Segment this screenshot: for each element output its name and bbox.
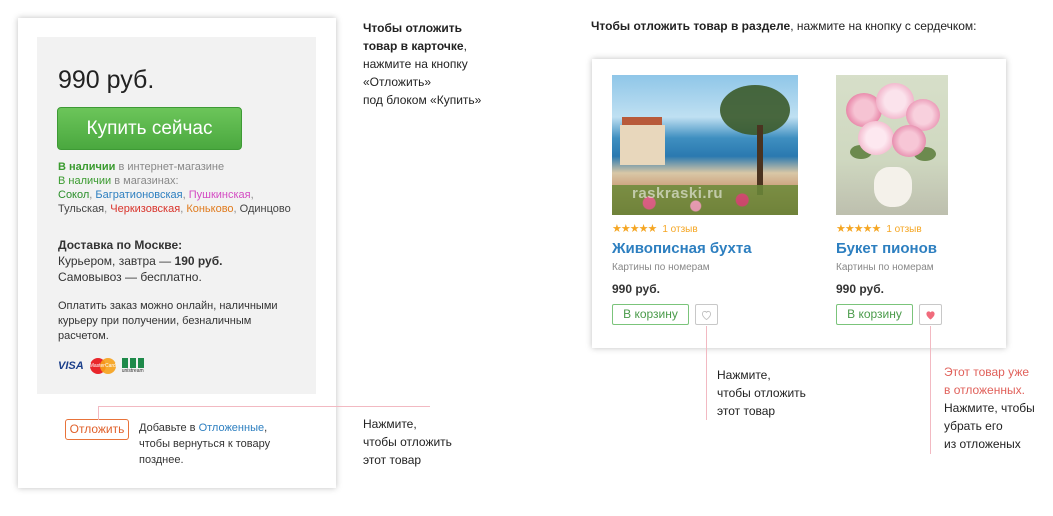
annotation-section-postpone: Чтобы отложить товар в разделе, нажмите … [591,19,977,33]
annotation-postpone-hint: Нажмите, чтобы отложить этот товар [363,417,452,467]
annotation-card-postpone: Чтобы отложить товар в карточке, нажмите… [363,21,482,107]
courier-label: Курьером, завтра — [58,254,175,268]
postpone-button[interactable]: Отложить [65,419,129,440]
product-price: 990 руб. [58,66,155,94]
online-availability-label: в интернет-магазине [115,161,225,173]
unistream-logo: unistream [121,358,146,374]
product-image-bay[interactable]: raskraski.ru [612,75,798,215]
reviews-link[interactable]: 1 отзыв [662,224,697,235]
payment-info: Оплатить заказ можно онлайн, наличными к… [58,300,278,342]
favorite-button-active[interactable] [919,304,942,325]
product-rating: ★★★★★ 1 отзыв [836,222,922,235]
annotation-heart-active-hint: Этот товар уже в отложенных. Нажмите, чт… [944,365,1035,451]
product-category: Картины по номерам [612,262,710,273]
product-rating: ★★★★★ 1 отзыв [612,222,698,235]
online-availability-status: В наличии [58,161,116,173]
rating-stars-icon: ★★★★★ [836,223,881,235]
store-link-cherkizovskaya[interactable]: Черкизовская [110,203,180,215]
rating-stars-icon: ★★★★★ [612,223,657,235]
store-link-tulskaya[interactable]: Тульская [58,203,104,215]
watermark-text: raskraski.ru [632,185,724,202]
connector-line [930,326,931,454]
product-price: 990 руб. [612,282,660,296]
heart-filled-icon [926,310,935,320]
product-name-link[interactable]: Живописная бухта [612,240,752,257]
add-to-cart-button[interactable]: В корзину [836,304,913,325]
product-image-peonies[interactable] [836,75,948,215]
store-link-konkovo[interactable]: Коньково [186,203,233,215]
connector-line [706,326,707,420]
availability-info: В наличии в интернет-магазине В наличии … [58,161,291,215]
favorites-link[interactable]: Отложенные [199,422,265,434]
product-category: Картины по номерам [836,262,934,273]
connector-line [98,406,99,420]
store-link-pushkinskaya[interactable]: Пушкинская [189,189,251,201]
add-to-cart-button[interactable]: В корзину [612,304,689,325]
courier-price: 190 руб. [174,254,223,268]
pickup-label: Самовывоз — бесплатно. [58,270,202,284]
heart-outline-icon [701,310,712,320]
favorite-button[interactable] [695,304,718,325]
store-link-bagrationovskaya[interactable]: Багратионовская [95,189,182,201]
postpone-note: Добавьте в Отложенные, чтобы вернуться к… [139,422,271,466]
stores-availability-status: В наличии [58,175,112,187]
store-link-odintsovo[interactable]: Одинцово [240,203,291,215]
annotation-heart-hint: Нажмите, чтобы отложить этот товар [717,368,806,418]
visa-logo: VISA [58,360,84,372]
connector-line [98,406,430,407]
delivery-title: Доставка по Москве: [58,238,183,252]
product-name-link[interactable]: Букет пионов [836,240,937,257]
stores-availability-label: в магазинах: [111,175,179,187]
mastercard-logo: MasterCard [89,358,116,374]
store-link-sokol[interactable]: Сокол [58,189,89,201]
product-price: 990 руб. [836,282,884,296]
buy-now-button[interactable]: Купить сейчас [57,107,242,150]
reviews-link[interactable]: 1 отзыв [886,224,921,235]
payment-logos: VISA MasterCard unistream [58,356,158,376]
delivery-info: Доставка по Москве: Курьером, завтра — 1… [58,237,222,285]
